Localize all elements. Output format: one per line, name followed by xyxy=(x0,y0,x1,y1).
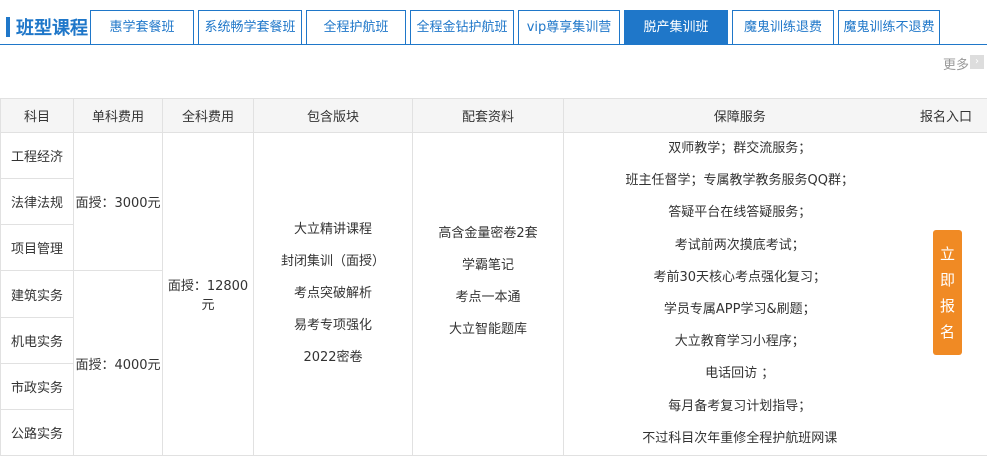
subject-cell: 市政实务 xyxy=(0,363,74,411)
tab-jinzuan[interactable]: 全程金钻护航班 xyxy=(410,10,514,44)
module-item: 封闭集训（面授） xyxy=(280,254,385,270)
signup-char: 立 xyxy=(939,244,955,263)
header-divider xyxy=(0,44,987,45)
header-services-label: 保障服务 xyxy=(713,110,766,125)
more-link[interactable]: 更多 xyxy=(943,54,969,73)
subject-cell: 建筑实务 xyxy=(0,269,74,319)
service-item: 双师教学；群交流服务； xyxy=(668,141,812,156)
material-item: 学霸笔记 xyxy=(461,258,514,274)
module-item: 大立精讲课程 xyxy=(293,222,372,238)
material-item: 高含金量密卷2套 xyxy=(438,226,538,242)
tab-tuochan[interactable]: 脱产集训班 xyxy=(624,10,728,44)
service-item: 不过科目次年重修全程护航班网课 xyxy=(642,430,838,446)
tab-xitong[interactable]: 系统畅学套餐班 xyxy=(198,10,302,44)
service-item: 电话回访 ； xyxy=(705,366,775,382)
course-type-header: 班型课程 惠学套餐班 系统畅学套餐班 全程护航班 全程金钻护航班 vip尊享集训… xyxy=(0,8,987,44)
tab-mogui-butuifei[interactable]: 魔鬼训练不退费 xyxy=(838,10,940,44)
full-fee-cell: 面授：12800元 xyxy=(162,131,254,457)
table-row: 工程经济 面授：3000元 面授：12800元 大立精讲课程 封闭集训（面授） … xyxy=(0,131,987,457)
tab-vip[interactable]: vip尊享集训营 xyxy=(518,10,620,44)
subject-cell: 公路实务 xyxy=(0,409,74,457)
module-item: 2022密卷 xyxy=(303,350,363,366)
single-fee-cell: 面授：4000元 xyxy=(73,269,163,457)
subject-cell: 法律法规 xyxy=(0,178,74,225)
tab-mogui-tuifei[interactable]: 魔鬼训练退费 xyxy=(732,10,834,44)
more-arrow-icon[interactable]: › xyxy=(970,55,984,69)
module-item: 考点突破解析 xyxy=(293,286,372,302)
header-materials: 配套资料 xyxy=(412,98,564,133)
header-services: 保障服务 xyxy=(563,98,916,133)
service-item: 每月备考复习计划指导； xyxy=(668,398,812,414)
header-subject: 科目 xyxy=(0,98,74,133)
signup-char: 报 xyxy=(939,296,955,315)
service-item: 大立教育学习小程序； xyxy=(674,334,805,350)
service-item: 答疑平台在线答疑服务； xyxy=(668,205,812,221)
service-item: 学员专属APP学习&刷题； xyxy=(663,302,816,318)
service-item: 考前30天核心考点强化复习； xyxy=(653,269,827,285)
signup-header: 报名入口 xyxy=(920,110,973,125)
materials-cell: 高含金量密卷2套 学霸笔记 考点一本通 大立智能题库 xyxy=(412,131,564,457)
header-single-fee: 单科费用 xyxy=(73,98,163,133)
header-modules: 包含版块 xyxy=(253,98,413,133)
subject-cell: 机电实务 xyxy=(0,317,74,365)
tab-quancheng[interactable]: 全程护航班 xyxy=(306,10,406,44)
services-cell: 双师教学；群交流服务； 班主任督学；专属教学教务服务QQ群； 答疑平台在线答疑服… xyxy=(563,131,916,457)
material-item: 考点一本通 xyxy=(455,290,521,306)
header-full-fee: 全科费用 xyxy=(162,98,254,133)
service-item: 班主任督学；专属教学教务服务QQ群； xyxy=(625,173,854,189)
tab-huixue[interactable]: 惠学套餐班 xyxy=(90,10,194,44)
table-header-row: 科目 单科费用 全科费用 包含版块 配套资料 保障服务 . xyxy=(0,98,987,133)
signup-char: 名 xyxy=(939,322,955,341)
subject-cell: 工程经济 xyxy=(0,132,74,179)
signup-button[interactable]: 立 即 报 名 xyxy=(933,230,962,355)
single-fee-cell: 面授：3000元 xyxy=(73,132,163,271)
subject-cell: 项目管理 xyxy=(0,224,74,271)
modules-cell: 大立精讲课程 封闭集训（面授） 考点突破解析 易考专项强化 2022密卷 xyxy=(253,131,413,457)
title-accent-bar xyxy=(6,17,10,37)
course-table: 科目 单科费用 全科费用 包含版块 配套资料 保障服务 . 工程经济 面授：30… xyxy=(0,98,987,457)
signup-char: 即 xyxy=(939,270,955,289)
service-item: 考试前两次摸底考试； xyxy=(674,237,805,253)
material-item: 大立智能题库 xyxy=(448,322,527,338)
section-title: 班型课程 xyxy=(16,18,88,39)
module-item: 易考专项强化 xyxy=(293,318,372,334)
